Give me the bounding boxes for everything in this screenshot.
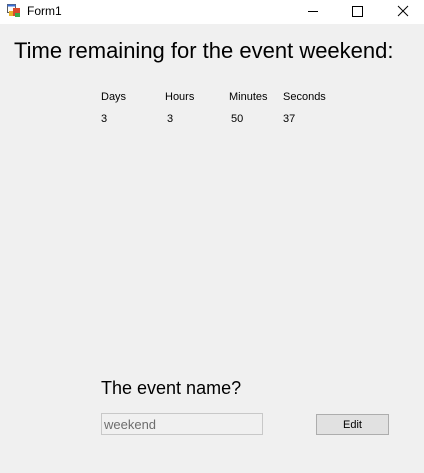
main-window: Form1 Time remaining for the event weeke…: [0, 0, 424, 473]
maximize-button[interactable]: [334, 0, 380, 24]
countdown-heading: Time remaining for the event weekend:: [14, 38, 394, 63]
edit-button[interactable]: Edit: [316, 414, 389, 435]
hours-label: Hours: [165, 91, 195, 103]
title-bar[interactable]: Form1: [0, 0, 424, 24]
close-button[interactable]: [380, 0, 424, 24]
seconds-label: Seconds: [283, 91, 326, 103]
form-app-icon[interactable]: [7, 4, 21, 18]
minimize-button[interactable]: [290, 0, 336, 24]
minutes-value: 50: [231, 113, 244, 125]
minimize-icon: [308, 11, 318, 12]
window-title: Form1: [27, 4, 62, 18]
days-label: Days: [101, 91, 127, 103]
maximize-icon: [352, 6, 363, 17]
hours-value: 3: [167, 113, 174, 125]
event-name-question: The event name?: [101, 378, 242, 398]
seconds-value: 37: [283, 113, 296, 125]
event-name-input[interactable]: [101, 413, 263, 435]
minutes-label: Minutes: [229, 91, 268, 103]
days-value: 3: [101, 113, 108, 125]
close-icon: [397, 5, 409, 17]
